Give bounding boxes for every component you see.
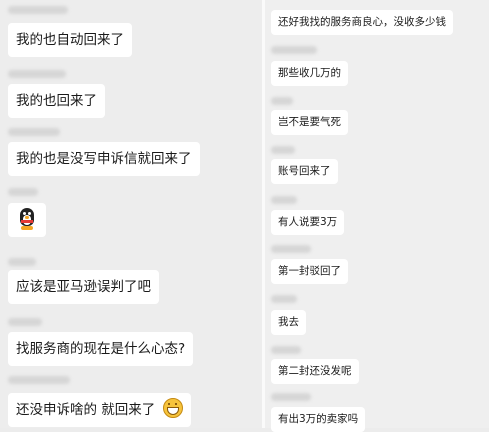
sender-name-blurred — [271, 393, 311, 401]
sender-name-blurred — [271, 346, 301, 354]
message-text: 那些收几万的 — [278, 67, 341, 79]
message-bubble[interactable]: 第一封驳回了 — [271, 259, 348, 284]
message-text: 我去 — [278, 316, 299, 328]
right-chat-panel: 还好我找的服务商良心，没收多少钱 那些收几万的 岂不是要气死 账号回来了 有人说… — [265, 0, 489, 432]
grinning-face-icon — [162, 398, 183, 418]
sender-name-blurred — [8, 188, 38, 196]
message-text: 岂不是要气死 — [278, 116, 341, 128]
message-text: 还没申诉啥的 就回来了 — [16, 402, 156, 418]
message-bubble[interactable]: 有出3万的卖家吗 — [271, 407, 366, 432]
sender-name-blurred — [8, 258, 36, 266]
sender-name-blurred — [271, 196, 297, 204]
sender-name-blurred — [271, 46, 317, 54]
message-text: 第二封还没发呢 — [278, 365, 352, 377]
message-text: 找服务商的现在是什么心态? — [16, 341, 186, 357]
qq-penguin-icon — [18, 208, 36, 230]
message-bubble[interactable]: 我去 — [271, 310, 306, 335]
message-bubble[interactable]: 岂不是要气死 — [271, 110, 348, 135]
message-bubble[interactable]: 有人说要3万 — [271, 210, 345, 235]
message-text: 账号回来了 — [278, 165, 331, 177]
left-chat-panel: 我的也自动回来了 我的也回来了 我的也是没写申诉信就回来了 应该是亚马逊误判了吧… — [0, 0, 262, 428]
message-bubble[interactable]: 第二封还没发呢 — [271, 359, 359, 384]
message-text: 有出3万的卖家吗 — [278, 413, 359, 425]
message-bubble[interactable]: 找服务商的现在是什么心态? — [8, 332, 194, 366]
message-text: 有人说要3万 — [278, 216, 338, 228]
sender-name-blurred — [8, 6, 68, 14]
sender-name-blurred — [8, 318, 42, 326]
message-text: 应该是亚马逊误判了吧 — [16, 279, 151, 295]
message-bubble[interactable]: 我的也是没写申诉信就回来了 — [8, 142, 200, 176]
sender-name-blurred — [271, 245, 311, 253]
message-bubble[interactable]: 我的也回来了 — [8, 84, 105, 118]
message-text: 还好我找的服务商良心，没收多少钱 — [278, 16, 446, 28]
message-text: 第一封驳回了 — [278, 265, 341, 277]
sender-name-blurred — [8, 128, 60, 136]
message-text: 我的也是没写申诉信就回来了 — [16, 151, 192, 167]
message-bubble[interactable]: 应该是亚马逊误判了吧 — [8, 270, 159, 304]
sender-name-blurred — [8, 376, 70, 384]
message-bubble[interactable]: 还好我找的服务商良心，没收多少钱 — [271, 10, 453, 35]
message-text: 我的也回来了 — [16, 93, 97, 109]
message-bubble[interactable]: 账号回来了 — [271, 159, 338, 184]
message-bubble[interactable]: 我的也自动回来了 — [8, 23, 132, 57]
sender-name-blurred — [271, 97, 293, 105]
sender-name-blurred — [8, 70, 66, 78]
sticker-bubble[interactable] — [8, 203, 46, 237]
message-text: 我的也自动回来了 — [16, 32, 124, 48]
message-bubble[interactable]: 那些收几万的 — [271, 61, 348, 86]
sender-name-blurred — [271, 146, 295, 154]
sender-name-blurred — [271, 295, 297, 303]
message-bubble[interactable]: 还没申诉啥的 就回来了 — [8, 393, 191, 427]
